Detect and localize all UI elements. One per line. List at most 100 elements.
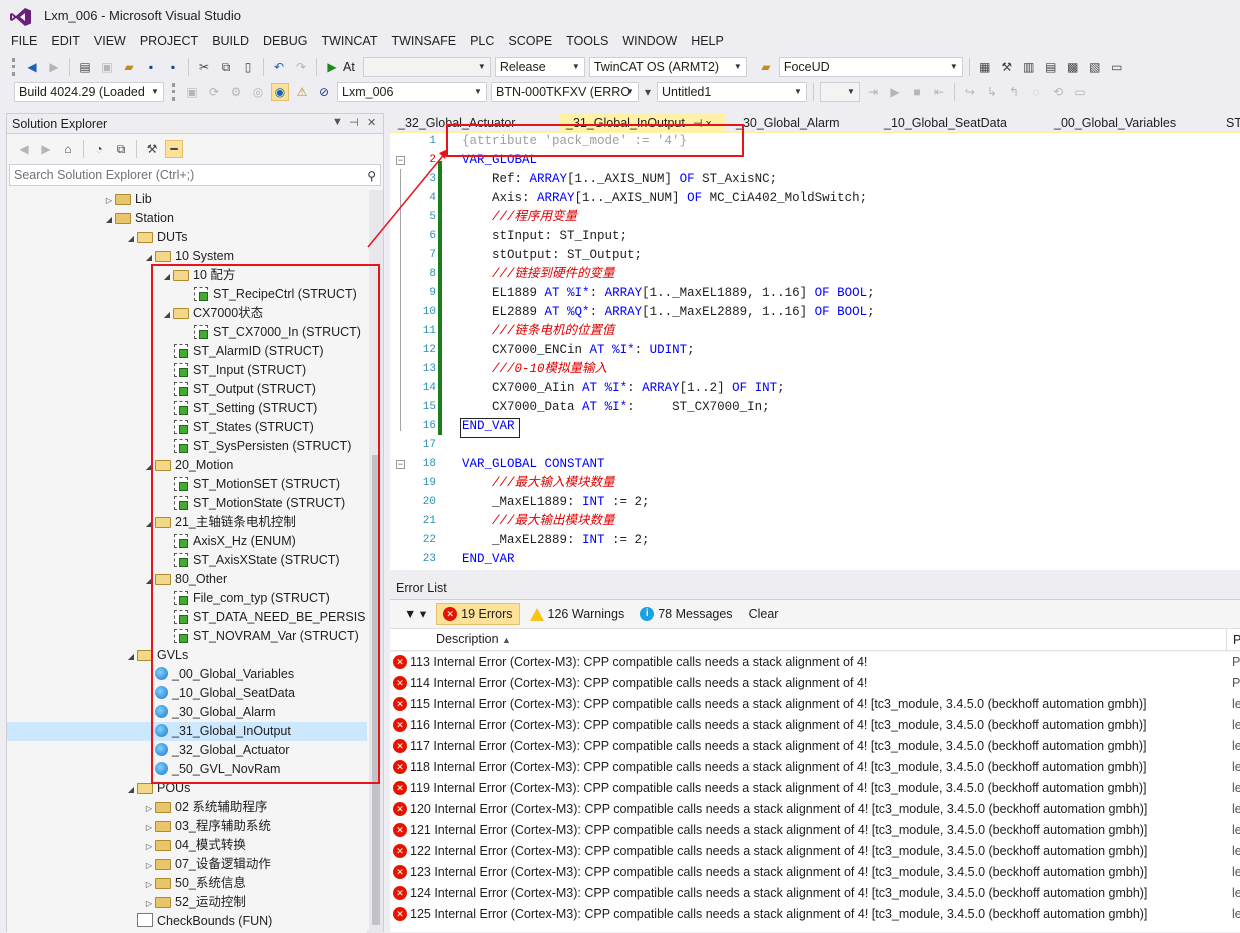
tree-item[interactable]: ◢ Station [7, 209, 367, 228]
menu-window[interactable]: WINDOW [615, 32, 684, 52]
collapsed-arrow-icon[interactable]: ▷ [143, 799, 155, 818]
menu-debug[interactable]: DEBUG [256, 32, 314, 52]
menu-edit[interactable]: EDIT [44, 32, 86, 52]
error-row[interactable]: ✕ 120 Internal Error (Cortex-M3): CPP com… [390, 799, 1240, 820]
logout-icon[interactable]: ⇤ [930, 83, 948, 101]
code-line[interactable]: _MaxEL2889: INT := 2; [462, 531, 650, 550]
window-position-icon[interactable]: ▼ [332, 116, 343, 128]
tree-item[interactable]: ◢ GVLs [7, 646, 367, 665]
tree-item[interactable]: ▷ 52_运动控制 [7, 893, 367, 912]
error-row[interactable]: ✕ 119 Internal Error (Cortex-M3): CPP com… [390, 778, 1240, 799]
untitled-combo[interactable]: Untitled1 ▼ [657, 82, 807, 102]
document-tab[interactable]: _32_Global_Actuator [392, 113, 552, 133]
expanded-arrow-icon[interactable]: ◢ [143, 571, 155, 590]
code-line[interactable]: ///最大输入模块数量 [462, 474, 615, 493]
tree-item[interactable]: ▷ 02 系统辅助程序 [7, 798, 367, 817]
tree-item[interactable]: ▷ Lib [7, 190, 367, 209]
tree-item[interactable]: _50_GVL_NovRam [7, 760, 367, 779]
plc-instance-combo[interactable]: ▼ [820, 82, 860, 102]
collapsed-arrow-icon[interactable]: ▷ [143, 894, 155, 913]
tree-item[interactable]: _31_Global_InOutput [7, 722, 367, 741]
find-in-files-icon[interactable]: ▰ [757, 58, 775, 76]
tree-item[interactable]: ST_CX7000_In (STRUCT) [7, 323, 367, 342]
tree-item[interactable]: ▷ 50_系统信息 [7, 874, 367, 893]
tree-item[interactable]: ST_DATA_NEED_BE_PERSIS (S [7, 608, 367, 627]
fold-toggle-icon[interactable]: − [396, 156, 405, 165]
login-icon[interactable]: ⇥ [864, 83, 882, 101]
back-icon[interactable]: ◀ [15, 140, 33, 158]
properties-wrench-icon[interactable]: ⚒ [998, 58, 1016, 76]
scan-icon[interactable]: ◉ [271, 83, 289, 101]
navigate-forward-icon[interactable]: ▶ [45, 58, 63, 76]
collapsed-arrow-icon[interactable]: ▷ [143, 875, 155, 894]
expanded-arrow-icon[interactable]: ◢ [125, 647, 137, 666]
code-line[interactable]: CX7000_ENCin AT %I*: UDINT; [462, 341, 695, 360]
tree-item[interactable]: ST_Output (STRUCT) [7, 380, 367, 399]
code-line[interactable]: _MaxEL1889: INT := 2; [462, 493, 650, 512]
code-line[interactable]: ///最大输出模块数量 [462, 512, 615, 531]
expanded-arrow-icon[interactable]: ◢ [161, 305, 173, 324]
tree-item[interactable]: _00_Global_Variables [7, 665, 367, 684]
save-icon[interactable]: ▪ [142, 58, 160, 76]
toggle-free-run-icon[interactable]: ⚠ [293, 83, 311, 101]
step-into-icon[interactable]: ↳ [983, 83, 1001, 101]
tree-item[interactable]: ◢ DUTs [7, 228, 367, 247]
collapsed-arrow-icon[interactable]: ▷ [103, 191, 115, 210]
warnings-filter-button[interactable]: 126 Warnings [524, 603, 631, 625]
tree-item[interactable]: ◢ 20_Motion [7, 456, 367, 475]
tree-item[interactable]: ◢ 10 配方 [7, 266, 367, 285]
navigate-back-icon[interactable]: ◀ [23, 58, 41, 76]
build-combo[interactable]: Build 4024.29 (Loaded ▼ [14, 82, 164, 102]
code-line[interactable]: END_VAR [462, 550, 515, 569]
error-row[interactable]: ✕ 125 Internal Error (Cortex-M3): CPP com… [390, 904, 1240, 925]
error-row[interactable]: ✕ 116 Internal Error (Cortex-M3): CPP com… [390, 715, 1240, 736]
home-icon[interactable]: ⌂ [59, 140, 77, 158]
class-view-icon[interactable]: ▧ [1086, 58, 1104, 76]
add-item-icon[interactable]: ▣ [98, 58, 116, 76]
sync-with-document-icon[interactable]: ⧉ [112, 140, 130, 158]
restart-twincat-icon[interactable]: ⟳ [205, 83, 223, 101]
tree-scrollbar[interactable] [369, 190, 383, 933]
menu-twinsafe[interactable]: TWINSAFE [384, 32, 463, 52]
reset-icon[interactable]: ⟲ [1049, 83, 1067, 101]
tree-item[interactable]: ST_AlarmID (STRUCT) [7, 342, 367, 361]
error-row[interactable]: ✕ 123 Internal Error (Cortex-M3): CPP com… [390, 862, 1240, 883]
code-line[interactable]: ///0-10模拟量输入 [462, 360, 607, 379]
menu-view[interactable]: VIEW [87, 32, 133, 52]
server-explorer-icon[interactable]: ▤ [1042, 58, 1060, 76]
tree-item[interactable]: ▷ 04_模式转换 [7, 836, 367, 855]
tree-item[interactable]: ST_Input (STRUCT) [7, 361, 367, 380]
code-line[interactable]: stInput: ST_Input; [462, 227, 627, 246]
reload-devices-icon[interactable]: ◎ [249, 83, 267, 101]
collapsed-arrow-icon[interactable]: ▷ [143, 818, 155, 837]
code-line[interactable]: CX7000_AIin AT %I*: ARRAY[1..2] OF INT; [462, 379, 785, 398]
team-explorer-icon[interactable]: ▥ [1020, 58, 1038, 76]
copy-icon[interactable]: ⧉ [217, 58, 235, 76]
error-row[interactable]: ✕ 115 Internal Error (Cortex-M3): CPP com… [390, 694, 1240, 715]
tree-item[interactable]: ST_SysPersisten (STRUCT) [7, 437, 367, 456]
error-row[interactable]: ✕ 122 Internal Error (Cortex-M3): CPP com… [390, 841, 1240, 862]
expanded-arrow-icon[interactable]: ◢ [143, 514, 155, 533]
document-tab[interactable]: _31_Global_InOutput ⊣ × [560, 113, 726, 133]
solution-explorer-search-input[interactable]: Search Solution Explorer (Ctrl+;) ⚲ [9, 164, 381, 186]
tree-item[interactable]: ◢ CX7000状态 [7, 304, 367, 323]
column-header-description[interactable]: Description ▲ [436, 632, 511, 646]
code-editor[interactable]: 1 2−3 4 5 6 7 8 9 10 11 12 13 14 15 16 17 18−19 20 21 22 23 … [390, 133, 1240, 570]
tree-item[interactable]: ST_MotionState (STRUCT) [7, 494, 367, 513]
pin-icon[interactable]: ⊣ [349, 116, 359, 129]
tree-item[interactable]: ST_RecipeCtrl (STRUCT) [7, 285, 367, 304]
toolbar-overflow-icon[interactable]: ▾ [643, 83, 653, 101]
tree-item[interactable]: _32_Global_Actuator [7, 741, 367, 760]
stop-plc-icon[interactable]: ■ [908, 83, 926, 101]
document-tab[interactable]: ST [1220, 113, 1240, 133]
paste-icon[interactable]: ▯ [239, 58, 257, 76]
collapsed-arrow-icon[interactable]: ▷ [143, 856, 155, 875]
expanded-arrow-icon[interactable]: ◢ [161, 267, 173, 286]
attach-label[interactable]: At [343, 60, 355, 74]
expanded-arrow-icon[interactable]: ◢ [103, 210, 115, 229]
expanded-arrow-icon[interactable]: ◢ [125, 780, 137, 799]
code-line[interactable]: ///链条电机的位置值 [462, 322, 615, 341]
code-line[interactable]: CX7000_Data AT %I*: ST_CX7000_In; [462, 398, 770, 417]
forward-icon[interactable]: ▶ [37, 140, 55, 158]
activate-configuration-icon[interactable]: ▣ [183, 83, 201, 101]
